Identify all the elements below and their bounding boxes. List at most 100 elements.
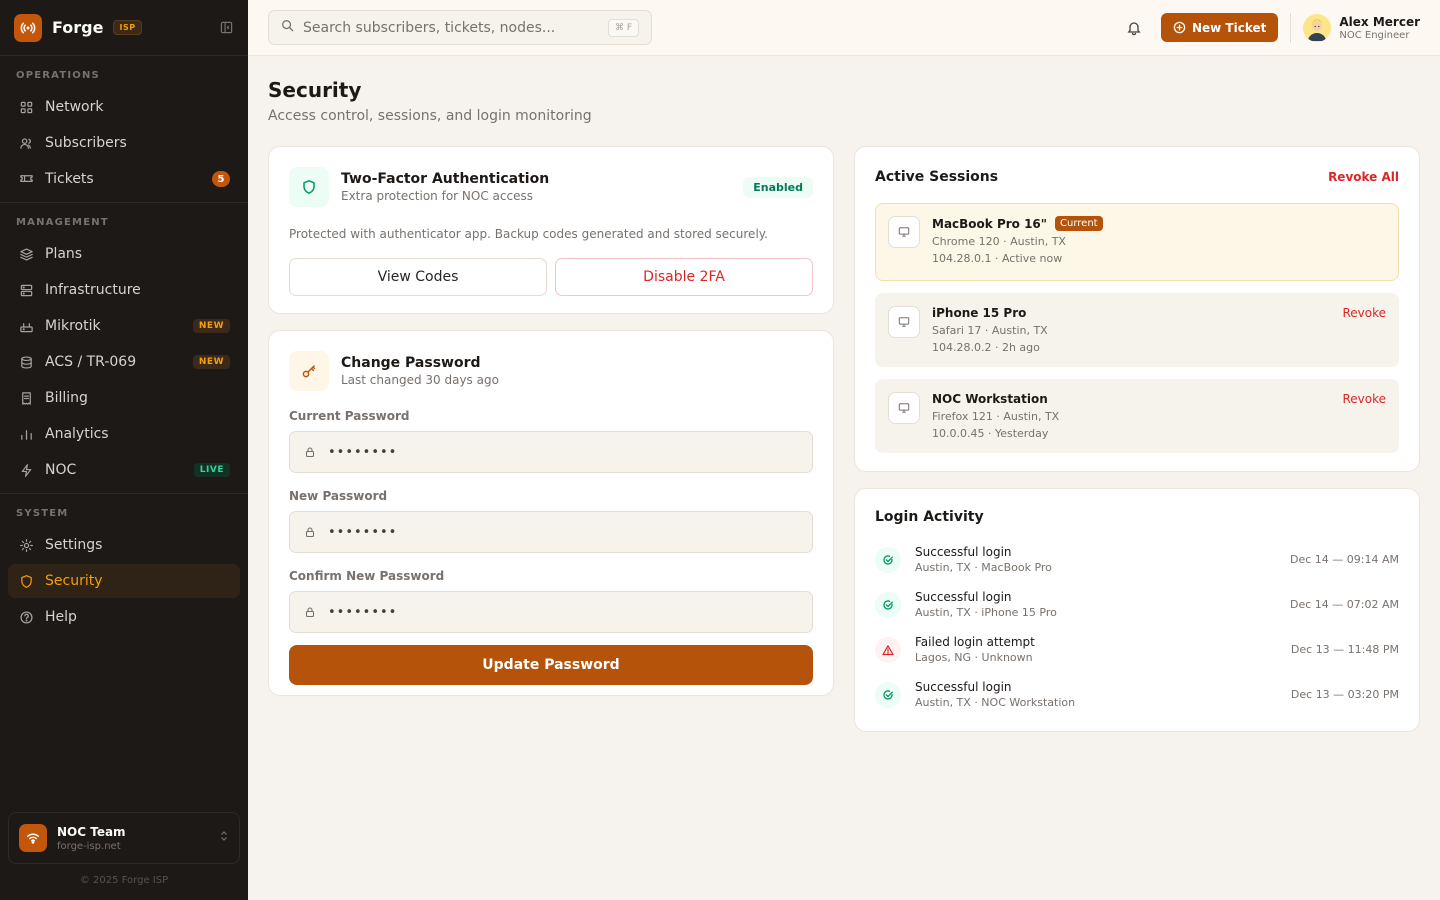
sidebar-item-infrastructure[interactable]: Infrastructure xyxy=(8,273,240,307)
search-input[interactable]: Search subscribers, tickets, nodes... ⌘ … xyxy=(268,10,652,45)
sidebar-item-label: Billing xyxy=(45,390,88,406)
main-content: Security Access control, sessions, and l… xyxy=(268,56,1420,732)
user-name: Alex Mercer xyxy=(1339,14,1420,29)
sidebar-item-mikrotik[interactable]: Mikrotik NEW xyxy=(8,309,240,343)
ticket-icon xyxy=(18,171,34,187)
layers-icon xyxy=(18,246,34,262)
page-subtitle: Access control, sessions, and login moni… xyxy=(268,108,592,124)
sidebar-item-noc[interactable]: NOC LIVE xyxy=(8,453,240,487)
confirm-password-field[interactable]: •••••••• xyxy=(289,591,813,633)
brand-tag: ISP xyxy=(113,20,142,35)
count-badge: 5 xyxy=(212,171,230,187)
sidebar-item-help[interactable]: Help xyxy=(8,600,240,634)
status-badge: Enabled xyxy=(743,176,813,198)
lock-icon xyxy=(304,606,316,618)
broadcast-icon[interactable] xyxy=(14,13,42,42)
sidebar-item-acs-tr-069[interactable]: ACS / TR-069 NEW xyxy=(8,345,240,379)
current-password-value: •••••••• xyxy=(328,444,398,460)
sidebar-item-settings[interactable]: Settings xyxy=(8,528,240,562)
login-time: Dec 13 — 11:48 PM xyxy=(1290,643,1399,656)
copyright: © 2025 Forge ISP xyxy=(79,875,169,886)
sidebar-item-plans[interactable]: Plans xyxy=(8,237,240,271)
login-time: Dec 14 — 09:14 AM xyxy=(1290,553,1399,566)
sidebar-item-label: Tickets xyxy=(45,171,94,187)
sidebar-item-label: Settings xyxy=(45,537,103,553)
two-factor-title: Two-Factor Authentication xyxy=(341,171,550,187)
session-meta: 104.28.0.2 · 2h ago xyxy=(932,341,1040,354)
team-domain: forge-isp.net xyxy=(57,840,121,852)
session-browser: Firefox 121 · Austin, TX xyxy=(932,410,1060,423)
change-password-card: Change Password Last changed 30 days ago… xyxy=(268,330,834,696)
login-activity-card: Login Activity Successful login Austin, T… xyxy=(854,488,1420,732)
team-name: NOC Team xyxy=(57,824,126,839)
revoke-all-button[interactable]: Revoke All xyxy=(1328,170,1399,184)
nav-section-title: MANAGEMENT xyxy=(16,217,109,228)
sidebar-collapse-icon[interactable] xyxy=(218,20,234,36)
login-meta: Austin, TX · NOC Workstation xyxy=(915,696,1076,709)
new-password-label: New Password xyxy=(289,489,388,503)
login-event: Successful login xyxy=(915,590,1012,604)
shield-icon xyxy=(18,573,34,589)
current-password-field[interactable]: •••••••• xyxy=(289,431,813,473)
sidebar-item-label: Subscribers xyxy=(45,135,127,151)
sidebar-item-subscribers[interactable]: Subscribers xyxy=(8,126,240,160)
new-ticket-label: New Ticket xyxy=(1191,20,1267,35)
login-event: Failed login attempt xyxy=(915,635,1035,649)
revoke-session-button[interactable]: Revoke xyxy=(1342,306,1386,320)
check-circle-icon xyxy=(875,681,901,708)
new-badge: NEW xyxy=(192,355,230,369)
confirm-password-value: •••••••• xyxy=(328,604,398,620)
new-ticket-button[interactable]: New Ticket xyxy=(1160,13,1279,42)
plus-circle-icon xyxy=(1173,21,1186,34)
session-device: MacBook Pro 16" xyxy=(932,216,1048,231)
two-factor-description: Protected with authenticator app. Backup… xyxy=(289,227,768,241)
database-icon xyxy=(18,354,34,370)
current-password-label: Current Password xyxy=(289,409,410,423)
sidebar-item-security[interactable]: Security xyxy=(8,564,240,598)
router-icon xyxy=(18,318,34,334)
sidebar-item-label: Help xyxy=(45,609,77,625)
session-meta: 104.28.0.1 · Active now xyxy=(932,252,1063,265)
team-switcher[interactable]: NOC Team forge-isp.net xyxy=(8,812,240,864)
sidebar-item-label: Analytics xyxy=(45,426,109,442)
view-codes-button[interactable]: View Codes xyxy=(289,258,547,296)
active-sessions-title: Active Sessions xyxy=(875,169,999,185)
sidebar-item-tickets[interactable]: Tickets 5 xyxy=(8,162,240,196)
session-meta: 10.0.0.45 · Yesterday xyxy=(932,427,1049,440)
session-browser: Safari 17 · Austin, TX xyxy=(932,324,1048,337)
login-meta: Austin, TX · MacBook Pro xyxy=(915,561,1052,574)
sidebar: Forge ISP OPERATIONS Network Subscribers Ti… xyxy=(0,0,248,900)
revoke-session-button[interactable]: Revoke xyxy=(1342,392,1386,406)
sidebar-item-label: ACS / TR-069 xyxy=(45,354,137,370)
chevron-updown-icon xyxy=(219,830,229,846)
login-activity-item: Successful login Austin, TX · NOC Worksta… xyxy=(875,672,1399,717)
gear-icon xyxy=(18,537,34,553)
bell-icon[interactable] xyxy=(1117,11,1151,45)
new-password-value: •••••••• xyxy=(328,524,398,540)
bolt-icon xyxy=(18,462,34,478)
nav-section-title: OPERATIONS xyxy=(16,70,100,81)
nav-section-system: SYSTEM Settings Security Help xyxy=(0,493,248,640)
update-password-button[interactable]: Update Password xyxy=(289,645,813,685)
session-device: NOC Workstation xyxy=(932,392,1048,406)
session-browser: Chrome 120 · Austin, TX xyxy=(932,235,1066,248)
sidebar-item-billing[interactable]: Billing xyxy=(8,381,240,415)
key-icon xyxy=(289,351,329,391)
login-meta: Austin, TX · iPhone 15 Pro xyxy=(915,606,1057,619)
shield-icon xyxy=(289,167,329,207)
sidebar-item-network[interactable]: Network xyxy=(8,90,240,124)
avatar[interactable] xyxy=(1303,13,1332,42)
wifi-icon xyxy=(19,824,47,852)
server-icon xyxy=(18,282,34,298)
session-item: MacBook Pro 16" Current Chrome 120 · Austi… xyxy=(875,203,1399,281)
live-badge: LIVE xyxy=(193,463,230,477)
disable-2fa-button[interactable]: Disable 2FA xyxy=(555,258,813,296)
user-role: NOC Engineer xyxy=(1339,29,1410,41)
sidebar-item-analytics[interactable]: Analytics xyxy=(8,417,240,451)
login-activity-item: Successful login Austin, TX · MacBook Pro… xyxy=(875,537,1399,582)
two-factor-card: Two-Factor Authentication Extra protecti… xyxy=(268,146,834,314)
bar-chart-icon xyxy=(18,426,34,442)
brand: Forge ISP xyxy=(0,0,248,56)
new-password-field[interactable]: •••••••• xyxy=(289,511,813,553)
warning-icon xyxy=(875,636,901,663)
